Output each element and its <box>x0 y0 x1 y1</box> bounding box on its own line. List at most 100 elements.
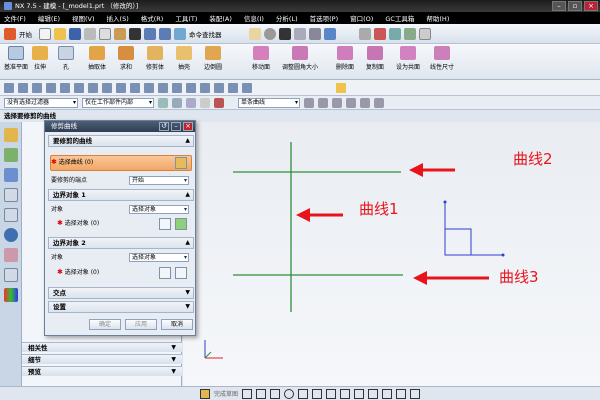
settings-icon[interactable] <box>358 27 371 40</box>
dependencies-section[interactable]: 相关性 ▼ <box>22 342 182 352</box>
assembly-navigator-icon[interactable] <box>4 128 18 142</box>
redo-icon[interactable] <box>159 27 171 40</box>
tool-icon[interactable] <box>32 82 42 93</box>
filter-icon[interactable] <box>158 97 168 108</box>
tool-icon[interactable] <box>4 82 14 93</box>
center-icon[interactable] <box>346 97 356 108</box>
type-filter-select[interactable]: 没有选择过滤器 <box>4 97 78 108</box>
shade-icon[interactable] <box>308 27 321 40</box>
tool-icon[interactable] <box>158 82 168 93</box>
unite-button[interactable]: 求和 <box>118 46 134 71</box>
move-face-button[interactable]: 移动面 <box>252 46 270 71</box>
maximize-button[interactable]: ▫ <box>568 1 582 11</box>
grid-icon[interactable] <box>418 27 431 40</box>
snap-icon[interactable] <box>186 97 196 108</box>
shell-button[interactable]: 抽壳 <box>176 46 192 71</box>
delete-icon[interactable] <box>129 27 141 40</box>
group-curve-to-trim[interactable]: 要修剪的曲线 ▲ <box>48 135 194 147</box>
profile-icon[interactable] <box>242 388 253 399</box>
reset-icon[interactable]: ↺ <box>159 122 169 131</box>
tool-icon[interactable] <box>18 82 28 93</box>
menu-assembly[interactable]: 装配(A) <box>209 13 232 23</box>
paste-icon[interactable] <box>114 27 126 40</box>
group-bound-object-2[interactable]: 边界对象 2 ▲ <box>48 237 194 249</box>
circle-icon[interactable] <box>284 388 295 399</box>
finish-sketch-label[interactable]: 完成草图 <box>214 389 238 398</box>
measure-icon[interactable] <box>388 27 401 40</box>
polygon-icon[interactable] <box>326 388 337 399</box>
command-finder-button[interactable]: 命令查找器 <box>189 29 222 39</box>
part-navigator-icon[interactable] <box>4 168 18 182</box>
tool-icon[interactable] <box>60 82 70 93</box>
datum-plane-button[interactable]: 基准平面 <box>4 46 28 71</box>
tool-icon[interactable] <box>130 82 140 93</box>
render-icon[interactable] <box>323 27 336 40</box>
trim-icon[interactable] <box>354 388 365 399</box>
minimize-button[interactable]: – <box>552 1 566 11</box>
extend-icon[interactable] <box>368 388 379 399</box>
trim-body-button[interactable]: 修剪体 <box>146 46 164 71</box>
menu-insert[interactable]: 插入(S) <box>107 13 129 23</box>
tool-icon[interactable] <box>200 82 210 93</box>
crosshair-icon[interactable] <box>175 218 187 230</box>
menu-file[interactable]: 文件(F) <box>4 13 26 23</box>
reuse-library-icon[interactable] <box>4 188 18 202</box>
window-icon[interactable] <box>248 27 261 40</box>
constraint-icon[interactable] <box>410 388 421 399</box>
scope-select[interactable]: 仅在工作部件内部 <box>82 97 154 108</box>
tool-icon[interactable] <box>214 82 224 93</box>
analysis-icon[interactable] <box>373 27 386 40</box>
menu-tools[interactable]: 工具(T) <box>175 13 197 23</box>
new-file-icon[interactable] <box>39 27 51 40</box>
hole-button[interactable]: 孔 <box>58 46 74 71</box>
folder-icon[interactable] <box>336 82 346 93</box>
select-object-row-2[interactable]: ✱ 选择对象 (0) <box>57 268 99 277</box>
snap-point-icon[interactable] <box>304 97 314 108</box>
tool-icon[interactable] <box>228 82 238 93</box>
endpoint-select[interactable]: 开始 <box>129 176 189 185</box>
tool-icon[interactable] <box>74 82 84 93</box>
line-icon[interactable] <box>256 388 267 399</box>
fillet-icon[interactable] <box>298 388 309 399</box>
start-button[interactable]: 开始 <box>19 29 32 39</box>
apply-button[interactable]: 应用 <box>125 319 157 330</box>
copy-face-button[interactable]: 复制面 <box>366 46 384 71</box>
extrude-button[interactable]: 拉伸 <box>32 46 48 71</box>
close-dialog-icon[interactable]: × <box>183 122 193 131</box>
graphics-window[interactable]: 曲线2 曲线1 曲线3 <box>183 122 600 386</box>
quadrant-icon[interactable] <box>374 97 384 108</box>
tool-icon[interactable] <box>186 82 196 93</box>
wcs-icon[interactable] <box>403 27 416 40</box>
tool-icon[interactable] <box>88 82 98 93</box>
system-materials-icon[interactable] <box>4 248 18 262</box>
menu-window[interactable]: 窗口(O) <box>350 13 373 23</box>
rectangle-icon[interactable] <box>312 388 323 399</box>
tool-icon[interactable] <box>172 82 182 93</box>
view-cube-icon[interactable] <box>293 27 306 40</box>
undo-icon[interactable] <box>144 27 156 40</box>
point-dialog-icon[interactable] <box>159 267 171 279</box>
cursor-icon[interactable] <box>200 97 210 108</box>
menu-edit[interactable]: 编辑(E) <box>38 13 60 23</box>
menu-view[interactable]: 视图(V) <box>72 13 95 23</box>
cancel-button[interactable]: 取消 <box>161 319 193 330</box>
intersection-icon[interactable] <box>360 97 370 108</box>
endpoint-icon[interactable] <box>318 97 328 108</box>
group-settings[interactable]: 设置 ▼ <box>48 301 194 313</box>
roles-icon[interactable] <box>4 268 18 282</box>
extract-body-button[interactable]: 抽取体 <box>88 46 106 71</box>
linear-dimension-button[interactable]: 线性尺寸 <box>430 46 454 71</box>
web-browser-icon[interactable] <box>4 208 18 222</box>
tool-icon[interactable] <box>102 82 112 93</box>
finish-sketch-icon[interactable] <box>200 388 210 399</box>
constraint-navigator-icon[interactable] <box>4 148 18 162</box>
make-coplanar-button[interactable]: 设为共面 <box>396 46 420 71</box>
select-curve-icon[interactable] <box>175 157 187 169</box>
tool-icon[interactable] <box>116 82 126 93</box>
point-dialog-icon[interactable] <box>159 218 171 230</box>
details-section[interactable]: 细节 ▼ <box>22 354 182 364</box>
resize-blend-button[interactable]: 调整圆角大小 <box>282 46 318 71</box>
arc-icon[interactable] <box>270 388 281 399</box>
menu-help[interactable]: 帮助(H) <box>426 13 449 23</box>
select-object-row-1[interactable]: ✱ 选择对象 (0) <box>57 219 99 228</box>
